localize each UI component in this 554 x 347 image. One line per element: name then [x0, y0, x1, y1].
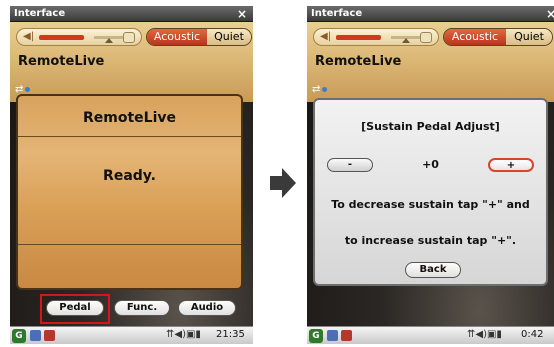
- dialog-title: [Sustain Pedal Adjust]: [361, 120, 500, 133]
- clock[interactable]: 0:42: [521, 329, 543, 340]
- volume-marker-icon: [402, 38, 410, 43]
- mode-quiet[interactable]: Quiet: [207, 29, 251, 45]
- window-title: Interface: [14, 8, 66, 19]
- arrow-right-icon: [270, 168, 296, 198]
- app-icon[interactable]: [30, 330, 41, 341]
- start-icon[interactable]: G: [309, 329, 323, 343]
- app-icon[interactable]: [341, 330, 352, 341]
- start-icon[interactable]: G: [12, 329, 26, 343]
- app-icon[interactable]: [327, 330, 338, 341]
- volume-knob[interactable]: [420, 32, 432, 43]
- close-icon[interactable]: ×: [546, 7, 554, 21]
- volume-knob[interactable]: [123, 32, 135, 43]
- mode-acoustic[interactable]: Acoustic: [444, 29, 506, 45]
- audio-button[interactable]: Audio: [178, 300, 236, 316]
- title-bar: Interface ×: [10, 6, 253, 22]
- mode-toggle[interactable]: Acoustic Quiet: [443, 28, 553, 46]
- clock[interactable]: 21:35: [216, 329, 245, 340]
- connection-dot: [322, 87, 327, 92]
- increase-button[interactable]: +: [488, 158, 534, 172]
- status-text: Ready.: [103, 168, 156, 184]
- speaker-icon: ◀|: [320, 31, 332, 42]
- volume-fill: [39, 35, 84, 40]
- speaker-icon: ◀|: [23, 31, 35, 42]
- func-button[interactable]: Func.: [114, 300, 170, 316]
- right-device-screen: Interface × ◀| Acoustic Quiet RemoteLive…: [307, 6, 554, 344]
- connection-dot: [25, 87, 30, 92]
- status-panel: RemoteLive Ready.: [16, 94, 243, 290]
- volume-slider[interactable]: ◀|: [313, 28, 439, 46]
- app-name: RemoteLive: [315, 54, 402, 69]
- close-icon[interactable]: ×: [237, 7, 247, 21]
- instruction-line-1: To decrease sustain tap "+" and: [331, 198, 530, 211]
- tray-icons[interactable]: ⇈◀)▣▮: [467, 329, 502, 340]
- app-name: RemoteLive: [18, 54, 105, 69]
- app-icon[interactable]: [44, 330, 55, 341]
- panel-title: RemoteLive: [82, 110, 176, 126]
- taskbar: G ⇈◀)▣▮ 0:42: [307, 326, 554, 344]
- title-bar: Interface ×: [307, 6, 554, 22]
- tray-icons[interactable]: ⇈◀)▣▮: [166, 329, 201, 340]
- pedal-button[interactable]: Pedal: [46, 300, 104, 316]
- link-icon: ⇄: [312, 84, 321, 95]
- taskbar: G ⇈◀)▣▮ 21:35: [10, 326, 253, 344]
- volume-marker-icon: [105, 38, 113, 43]
- volume-slider[interactable]: ◀|: [16, 28, 142, 46]
- left-device-screen: Interface × ◀| Acoustic Quiet RemoteLive…: [10, 6, 253, 344]
- mode-toggle[interactable]: Acoustic Quiet: [146, 28, 252, 46]
- volume-fill: [336, 35, 381, 40]
- back-button[interactable]: Back: [405, 262, 461, 278]
- window-title: Interface: [311, 8, 363, 19]
- sustain-dialog: [Sustain Pedal Adjust] - +0 + To decreas…: [313, 98, 548, 286]
- mode-quiet[interactable]: Quiet: [506, 29, 552, 45]
- mode-acoustic[interactable]: Acoustic: [147, 29, 207, 45]
- instruction-line-2: to increase sustain tap "+".: [344, 234, 517, 247]
